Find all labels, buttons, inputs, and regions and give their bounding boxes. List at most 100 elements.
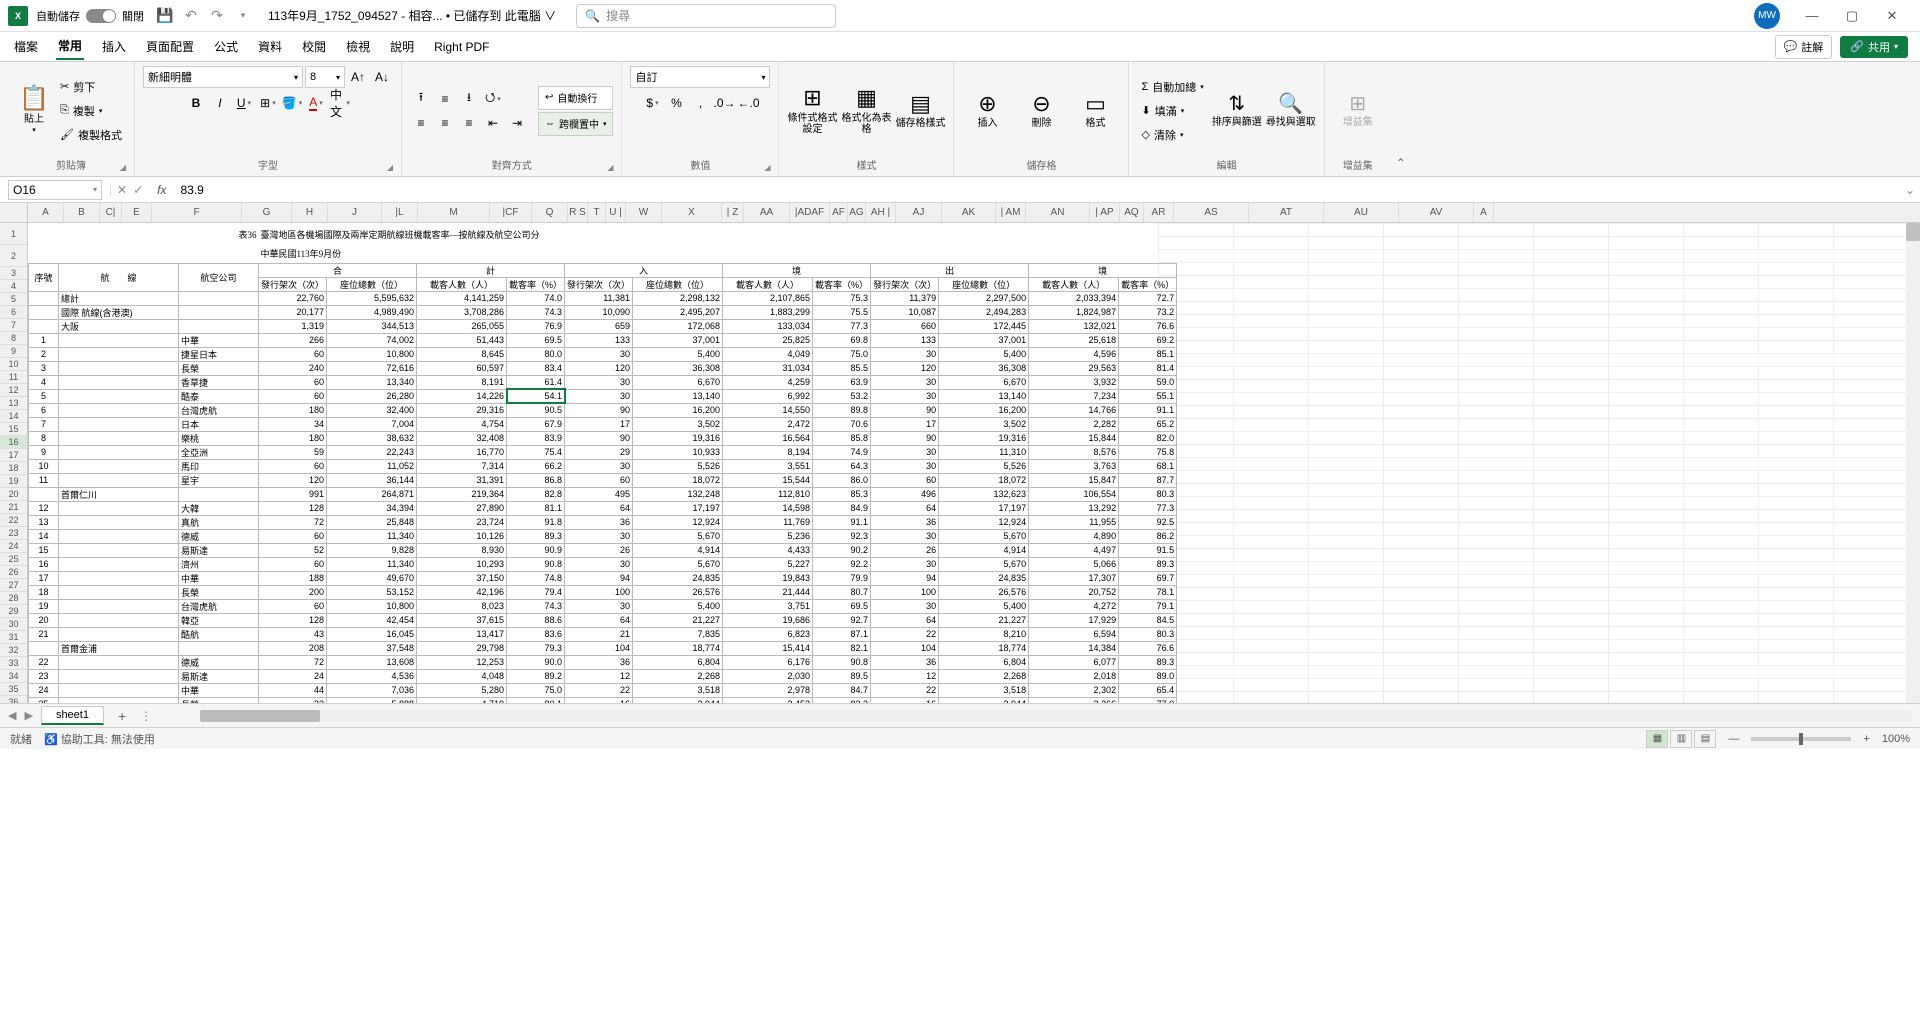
row-header[interactable]: 36 (0, 696, 27, 703)
vertical-scrollbar[interactable] (1906, 223, 1920, 703)
select-all-corner[interactable] (0, 203, 28, 222)
row-header[interactable]: 7 (0, 319, 27, 332)
expand-formula-bar-icon[interactable]: ⌄ (1900, 183, 1920, 197)
row-header[interactable]: 26 (0, 566, 27, 579)
row-header[interactable]: 3 (0, 267, 27, 280)
col-header[interactable]: |ADAF (790, 203, 830, 222)
row-header[interactable]: 24 (0, 540, 27, 553)
clear-button[interactable]: ◇清除▾ (1137, 124, 1207, 146)
font-size-select[interactable]: 8▾ (305, 66, 345, 88)
tab-layout[interactable]: 頁面配置 (144, 34, 196, 59)
row-header[interactable]: 18 (0, 462, 27, 475)
undo-icon[interactable]: ↶ (182, 7, 200, 25)
collapse-ribbon-button[interactable]: ⌃ (1391, 62, 1411, 176)
row-header[interactable]: 9 (0, 345, 27, 358)
cancel-formula-icon[interactable]: ✕ (117, 183, 127, 197)
col-header[interactable]: AT (1249, 203, 1324, 222)
col-header[interactable]: AV (1399, 203, 1474, 222)
align-top-button[interactable]: ⭱ (410, 88, 432, 110)
col-header[interactable]: A (28, 203, 64, 222)
decrease-decimal-button[interactable]: ←.0 (737, 92, 759, 114)
filename[interactable]: 113年9月_1752_094527 - 相容... • 已儲存到 此電腦 ∨ (268, 7, 556, 24)
border-button[interactable]: ⊞ (257, 92, 279, 114)
row-header[interactable]: 14 (0, 410, 27, 423)
normal-view-button[interactable]: ▦ (1646, 730, 1668, 748)
find-select-button[interactable]: 🔍尋找與選取 (1266, 77, 1316, 145)
col-header[interactable]: C| (100, 203, 122, 222)
name-box[interactable]: O16▾ (8, 180, 102, 200)
col-header[interactable]: M (418, 203, 490, 222)
format-painter-button[interactable]: 🖌複製格式 (56, 124, 126, 146)
fx-icon[interactable]: fx (149, 183, 174, 197)
row-header[interactable]: 32 (0, 644, 27, 657)
underline-button[interactable]: U (233, 92, 255, 114)
col-header[interactable]: AS (1174, 203, 1249, 222)
col-header[interactable]: Q (532, 203, 568, 222)
add-sheet-button[interactable]: + (112, 708, 132, 724)
page-break-view-button[interactable]: ▤ (1694, 730, 1716, 748)
col-header[interactable]: AR (1144, 203, 1174, 222)
tab-view[interactable]: 檢視 (344, 34, 372, 59)
accept-formula-icon[interactable]: ✓ (133, 183, 143, 197)
increase-decimal-button[interactable]: .0→ (713, 92, 735, 114)
zoom-slider[interactable] (1751, 737, 1851, 741)
col-header[interactable]: AN (1026, 203, 1090, 222)
row-header[interactable]: 6 (0, 306, 27, 319)
bold-button[interactable]: B (185, 92, 207, 114)
row-header[interactable]: 27 (0, 579, 27, 592)
col-header[interactable]: R S (568, 203, 588, 222)
comma-button[interactable]: , (689, 92, 711, 114)
zoom-level[interactable]: 100% (1882, 733, 1910, 745)
col-header[interactable]: H (292, 203, 328, 222)
comments-button[interactable]: 💬註解 (1775, 35, 1833, 59)
row-header[interactable]: 35 (0, 683, 27, 696)
row-header[interactable]: 28 (0, 592, 27, 605)
percent-button[interactable]: % (665, 92, 687, 114)
col-header[interactable]: T (588, 203, 606, 222)
sheet-tab-sheet1[interactable]: sheet1 (41, 706, 104, 725)
col-header[interactable]: |CF (490, 203, 532, 222)
font-name-select[interactable]: 新細明體▾ (143, 66, 303, 88)
indent-increase-button[interactable]: ⇥ (506, 112, 528, 134)
format-as-table-button[interactable]: ▦格式化為表格 (841, 77, 891, 145)
font-launcher-icon[interactable]: ◢ (387, 163, 393, 172)
sheet-nav-prev-icon[interactable]: ◀ (8, 709, 16, 722)
copy-button[interactable]: ⎘複製▾ (56, 100, 126, 122)
search-box[interactable]: 🔍 搜尋 (576, 4, 836, 28)
col-header[interactable]: AA (744, 203, 790, 222)
tab-insert[interactable]: 插入 (100, 34, 128, 59)
formula-input[interactable]: 83.9 (174, 183, 1900, 197)
paste-button[interactable]: 📋貼上▾ (16, 81, 52, 141)
col-header[interactable]: AF (830, 203, 848, 222)
tab-formulas[interactable]: 公式 (212, 34, 240, 59)
indent-decrease-button[interactable]: ⇤ (482, 112, 504, 134)
col-header[interactable]: A (1474, 203, 1494, 222)
col-header[interactable]: X (662, 203, 722, 222)
row-header[interactable]: 30 (0, 618, 27, 631)
align-middle-button[interactable]: ≡ (434, 88, 456, 110)
cell-styles-button[interactable]: ▤儲存格樣式 (895, 77, 945, 145)
conditional-format-button[interactable]: ⊞條件式格式設定 (787, 77, 837, 145)
redo-icon[interactable]: ↷ (208, 7, 226, 25)
col-header[interactable]: |L (382, 203, 418, 222)
zoom-handle[interactable] (1799, 733, 1803, 745)
number-format-select[interactable]: 自訂▾ (630, 66, 770, 88)
row-header[interactable]: 25 (0, 553, 27, 566)
col-header[interactable]: E (122, 203, 152, 222)
tab-data[interactable]: 資料 (256, 34, 284, 59)
fill-button[interactable]: ⬇填滿▾ (1137, 100, 1207, 122)
hscroll-thumb[interactable] (200, 710, 320, 722)
col-header[interactable]: | Z (722, 203, 744, 222)
format-cells-button[interactable]: ▭格式 (1070, 77, 1120, 145)
row-header[interactable]: 21 (0, 501, 27, 514)
sheet-nav-next-icon[interactable]: ▶ (24, 709, 32, 722)
row-header[interactable]: 19 (0, 475, 27, 488)
accessibility-status[interactable]: ♿ 協助工具: 無法使用 (44, 731, 155, 747)
autosave-toggle[interactable]: 自動儲存 關閉 (36, 8, 144, 24)
number-launcher-icon[interactable]: ◢ (764, 163, 770, 172)
tab-file[interactable]: 檔案 (12, 34, 40, 59)
toggle-off-icon[interactable] (86, 9, 116, 23)
orientation-button[interactable]: ⭯ (482, 88, 504, 110)
sort-filter-button[interactable]: ⇅排序與篩選 (1212, 77, 1262, 145)
insert-cells-button[interactable]: ⊕插入 (962, 77, 1012, 145)
